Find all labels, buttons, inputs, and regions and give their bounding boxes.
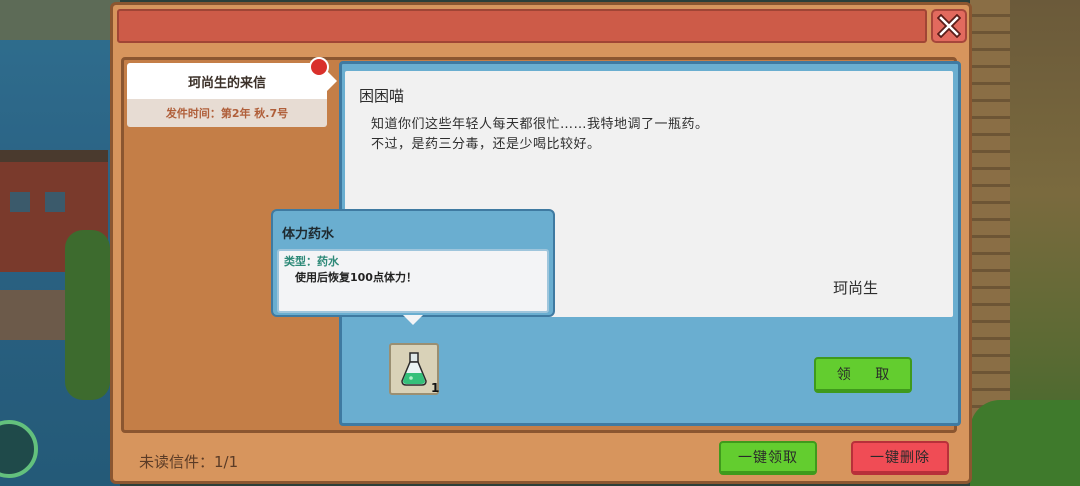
mail-title: 珂尚生的来信 (127, 63, 337, 99)
delete-all-button[interactable]: 一键删除 (851, 441, 949, 475)
item-type: 类型：药水 (284, 255, 339, 268)
letter-greeting: 困困喵 (359, 87, 405, 105)
panel-title-bar (117, 9, 927, 43)
close-button[interactable] (931, 9, 967, 43)
letter-signature: 珂尚生 (833, 279, 879, 297)
claim-all-button[interactable]: 一键领取 (719, 441, 817, 475)
tooltip-arrow (403, 315, 423, 325)
mailbox-panel: 珂尚生的来信 发件时间：第2年 秋.7号 困困喵 知道你们这些年轻人每天都很忙…… (110, 2, 972, 484)
item-description: 使用后恢复100点体力！ (295, 271, 417, 284)
item-tooltip: 体力药水 类型：药水 使用后恢复100点体力！ (271, 209, 555, 317)
unread-badge (309, 57, 329, 77)
item-name: 体力药水 (282, 227, 335, 242)
vine-leaves (65, 230, 110, 400)
close-icon (937, 14, 961, 38)
letter-line-2: 不过，是药三分毒，还是少喝比较好。 (371, 137, 601, 152)
unread-count: 未读信件：1/1 (139, 453, 239, 471)
potion-flask-icon (401, 352, 427, 386)
rocks-area (0, 0, 120, 40)
letter-line-1: 知道你们这些年轻人每天都很忙……我特地调了一瓶药。 (371, 117, 709, 132)
attachment-count: 1 (431, 381, 440, 395)
claim-button[interactable]: 领 取 (814, 357, 912, 393)
mail-date: 发件时间：第2年 秋.7号 (127, 99, 327, 127)
item-description-box: 类型：药水 使用后恢复100点体力！ (277, 249, 549, 313)
mail-list-item[interactable]: 珂尚生的来信 发件时间：第2年 秋.7号 (127, 63, 337, 129)
bush-area (970, 400, 1080, 486)
